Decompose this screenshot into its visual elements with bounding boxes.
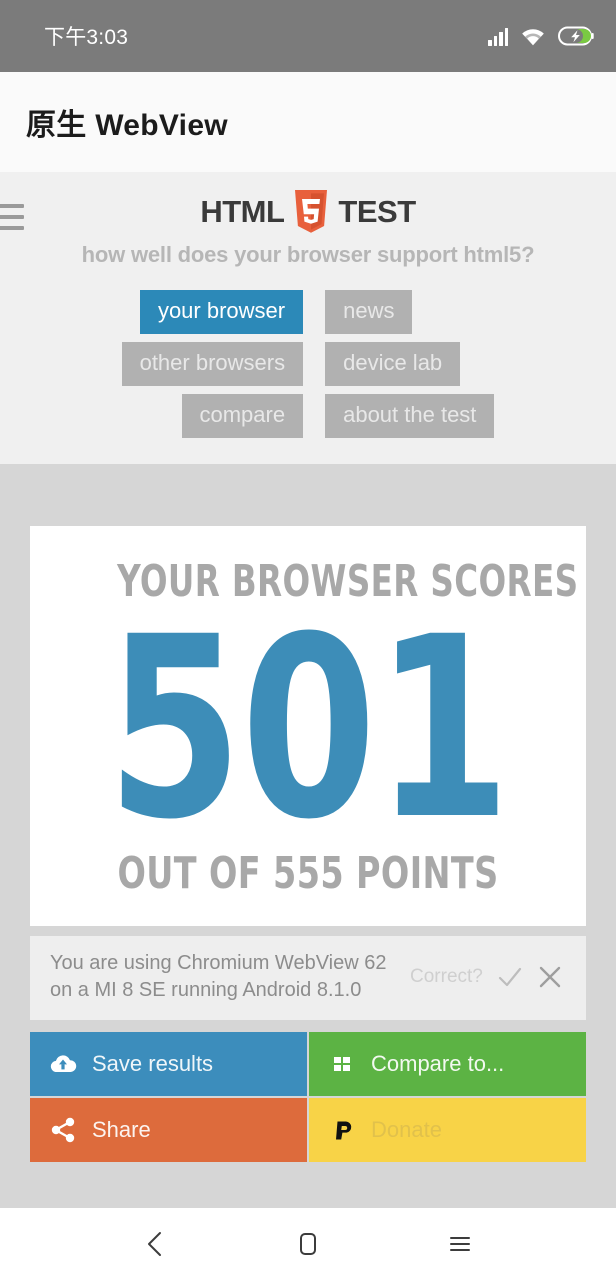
site-header: HTML TEST how well does your browser sup… [0,172,616,464]
compare-to-button[interactable]: Compare to... [309,1031,586,1096]
recents-icon[interactable] [445,1229,475,1259]
signal-icon [488,27,508,46]
save-results-label: Save results [92,1050,214,1076]
donate-button[interactable]: Donate [309,1097,586,1162]
cloud-upload-icon [50,1054,77,1072]
action-buttons: Save results Compare to... Share Donate [30,1031,586,1162]
site-body: YOUR BROWSER SCORES 501 OUT OF 555 POINT… [0,526,616,1162]
paypal-icon [336,1121,352,1139]
close-icon[interactable] [537,964,563,990]
battery-charging-icon [558,26,594,46]
html5-shield-icon [295,190,328,233]
browser-info-bar: You are using Chromium WebView 62 on a M… [30,935,586,1020]
app-title-bar: 原生 WebView [0,72,616,172]
nav-your-browser[interactable]: your browser [139,290,304,334]
site-nav: your browser other browsers compare news… [0,290,616,438]
share-label: Share [92,1116,151,1142]
back-icon[interactable] [141,1229,171,1259]
browser-info-text: You are using Chromium WebView 62 on a M… [50,951,387,1001]
site-nav-right-column: news device lab about the test [325,290,495,438]
nav-about-the-test[interactable]: about the test [325,394,495,438]
compare-to-label: Compare to... [371,1050,505,1076]
share-button[interactable]: Share [30,1097,307,1162]
correct-actions [497,964,563,990]
nav-other-browsers[interactable]: other browsers [121,342,304,386]
hamburger-menu-icon[interactable] [0,204,24,237]
home-icon[interactable] [293,1229,323,1259]
score-max-label: OUT OF 555 POINTS [117,847,499,899]
score-value: 501 [106,583,511,874]
grid-icon [334,1056,350,1071]
app-title: 原生 WebView [26,109,228,142]
wifi-icon [522,28,544,45]
correct-prompt-label: Correct? [410,965,483,987]
status-bar: 下午3:03 [0,0,616,72]
save-results-button[interactable]: Save results [30,1031,307,1096]
site-tagline: how well does your browser support html5… [81,242,535,267]
share-nodes-icon [51,1117,75,1142]
status-icons [488,26,594,46]
phone-screen: 下午3:03 原生 WebView HTML TEST how well doe… [0,0,616,1280]
nav-news[interactable]: news [325,290,413,334]
check-icon[interactable] [497,964,523,990]
android-nav-bar [0,1208,616,1280]
status-time: 下午3:03 [44,26,129,49]
nav-device-lab[interactable]: device lab [325,342,461,386]
logo-right-word: TEST [338,194,416,229]
site-nav-left-column: your browser other browsers compare [121,290,304,438]
donate-label: Donate [371,1116,442,1142]
score-card: YOUR BROWSER SCORES 501 OUT OF 555 POINT… [30,526,586,926]
nav-compare[interactable]: compare [181,394,304,438]
webview-content[interactable]: HTML TEST how well does your browser sup… [0,172,616,1208]
logo-left-word: HTML [200,194,285,229]
html5test-logo: HTML TEST [0,190,616,234]
